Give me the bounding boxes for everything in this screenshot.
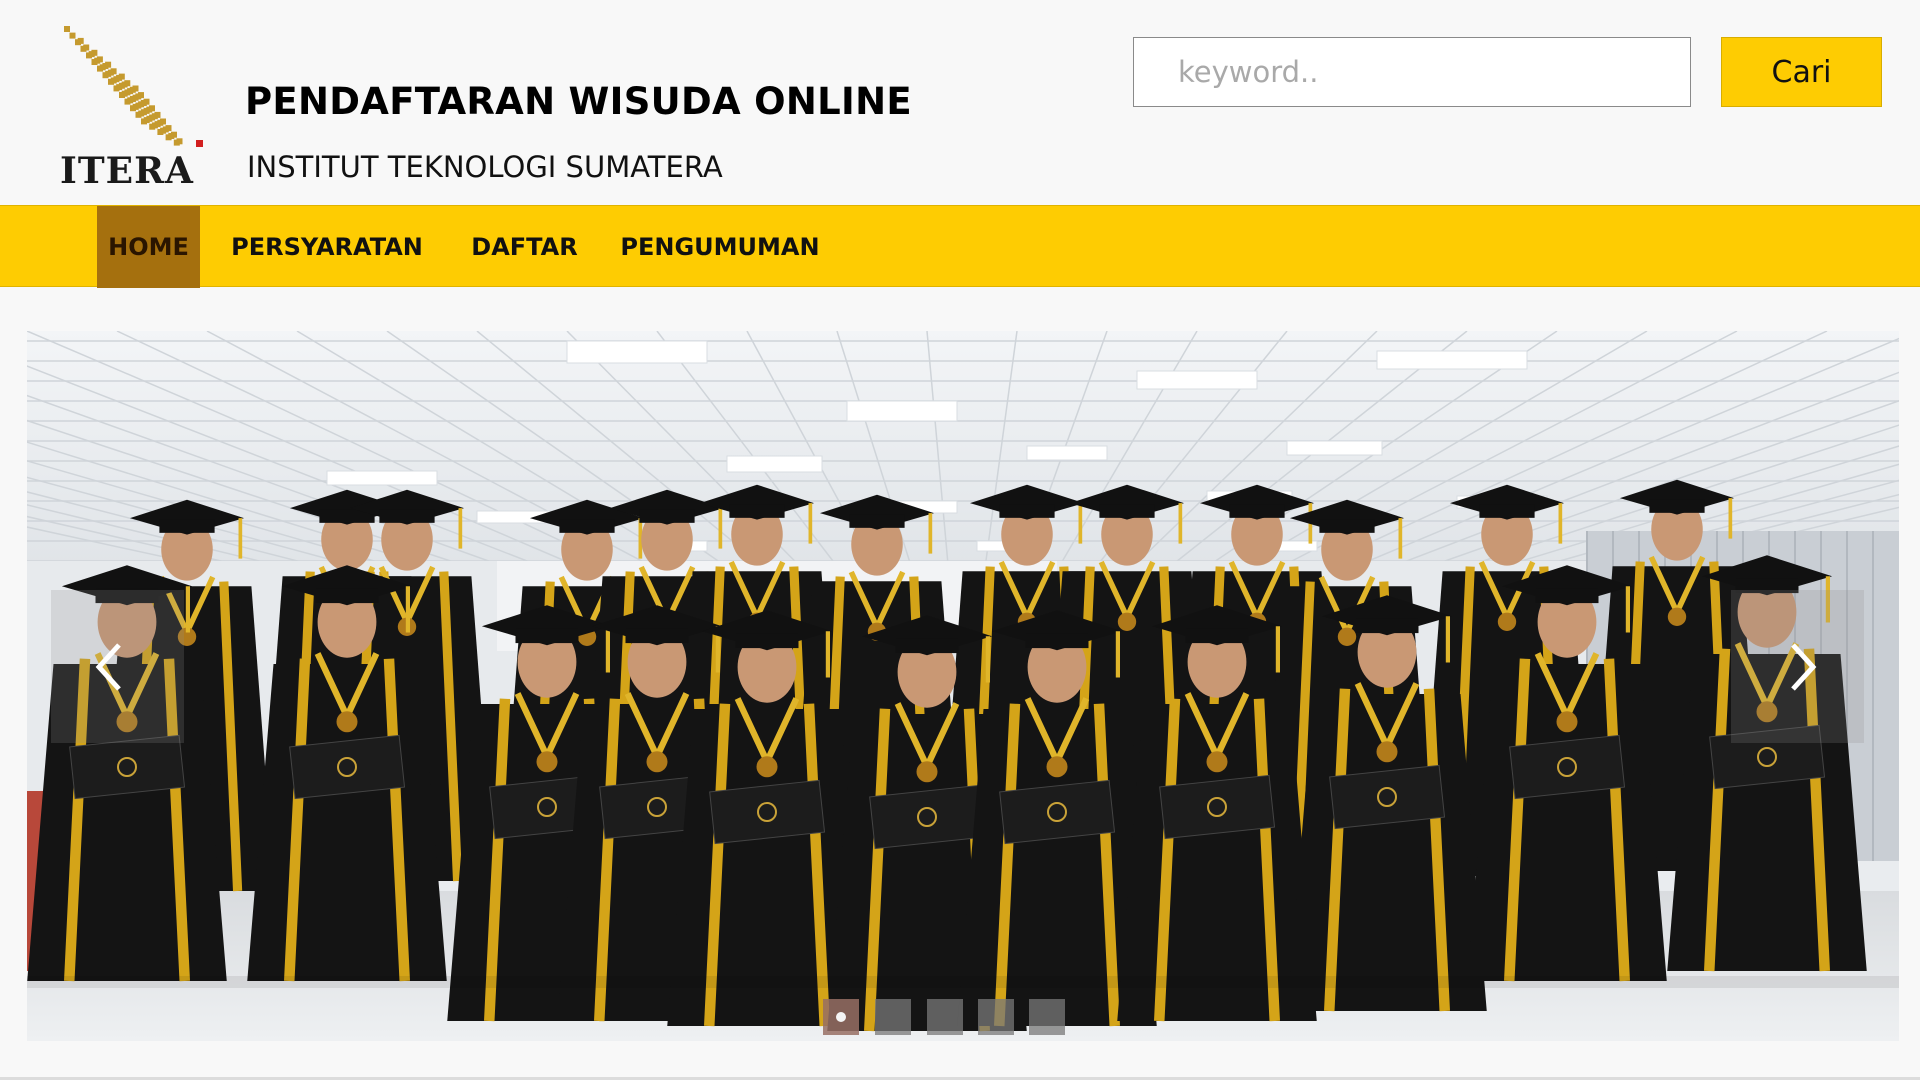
nav-item-daftar[interactable]: DAFTAR <box>462 206 587 288</box>
graduation-photo <box>27 331 1899 1041</box>
carousel-dot-3[interactable] <box>927 999 963 1035</box>
sumatra-island-grid-icon <box>64 26 203 147</box>
image-carousel[interactable] <box>27 331 1899 1041</box>
nav-item-pengumuman[interactable]: PENGUMUMAN <box>615 206 825 288</box>
site-title: PENDAFTARAN WISUDA ONLINE <box>245 80 912 123</box>
nav-item-home[interactable]: HOME <box>97 206 200 288</box>
search-input[interactable] <box>1133 37 1691 107</box>
logo-wordmark: ITERA <box>60 150 194 192</box>
carousel-dot-4[interactable] <box>978 999 1014 1035</box>
site-subtitle: INSTITUT TEKNOLOGI SUMATERA <box>247 150 723 184</box>
carousel-dot-1[interactable] <box>823 999 859 1035</box>
chevron-left-icon <box>95 643 121 691</box>
nav-item-persyaratan[interactable]: PERSYARATAN <box>222 206 432 288</box>
chevron-right-icon <box>1791 643 1817 691</box>
itera-logo[interactable]: ITERA <box>60 22 210 192</box>
carousel-dot-2[interactable] <box>875 999 911 1035</box>
site-header: ITERA PENDAFTARAN WISUDA ONLINE INSTITUT… <box>0 0 1920 205</box>
carousel-dot-5[interactable] <box>1029 999 1065 1035</box>
carousel-next-button[interactable] <box>1731 590 1864 743</box>
main-navbar: HOME PERSYARATAN DAFTAR PENGUMUMAN <box>0 205 1920 288</box>
search-button[interactable]: Cari <box>1721 37 1882 107</box>
carousel-prev-button[interactable] <box>51 590 184 743</box>
